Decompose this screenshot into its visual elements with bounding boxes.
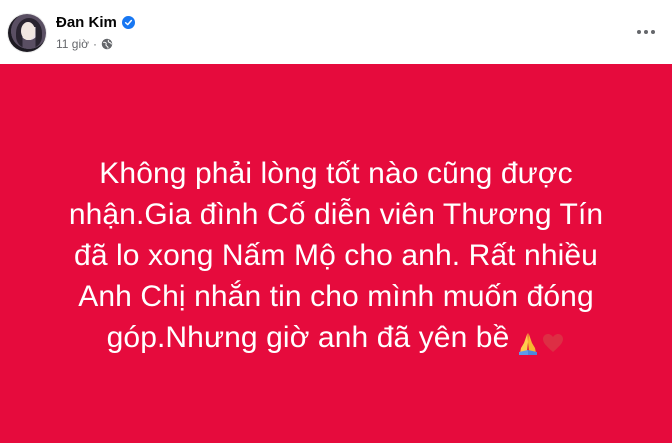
post-header: Đan Kim 11 giờ · [0, 0, 672, 64]
author-name[interactable]: Đan Kim [56, 14, 117, 31]
author-row: Đan Kim [56, 14, 135, 31]
facebook-post: Đan Kim 11 giờ · Không phải lòng tốt nào… [0, 0, 672, 443]
status-text: Không phải lòng tốt nào cũng được nhận.G… [56, 153, 616, 362]
verified-badge-icon [121, 16, 135, 29]
author-avatar[interactable] [8, 14, 46, 52]
meta-separator: · [93, 37, 97, 51]
red-heart-emoji [543, 334, 564, 353]
more-options-button[interactable] [634, 20, 658, 44]
post-timestamp[interactable]: 11 giờ [56, 37, 89, 51]
globe-icon[interactable] [101, 38, 113, 50]
post-background: Không phải lòng tốt nào cũng được nhận.G… [0, 64, 672, 443]
post-meta: 11 giờ · [56, 37, 113, 51]
emoji-group [515, 321, 565, 362]
folded-hands-emoji [519, 333, 538, 356]
more-options-icon [637, 30, 641, 34]
